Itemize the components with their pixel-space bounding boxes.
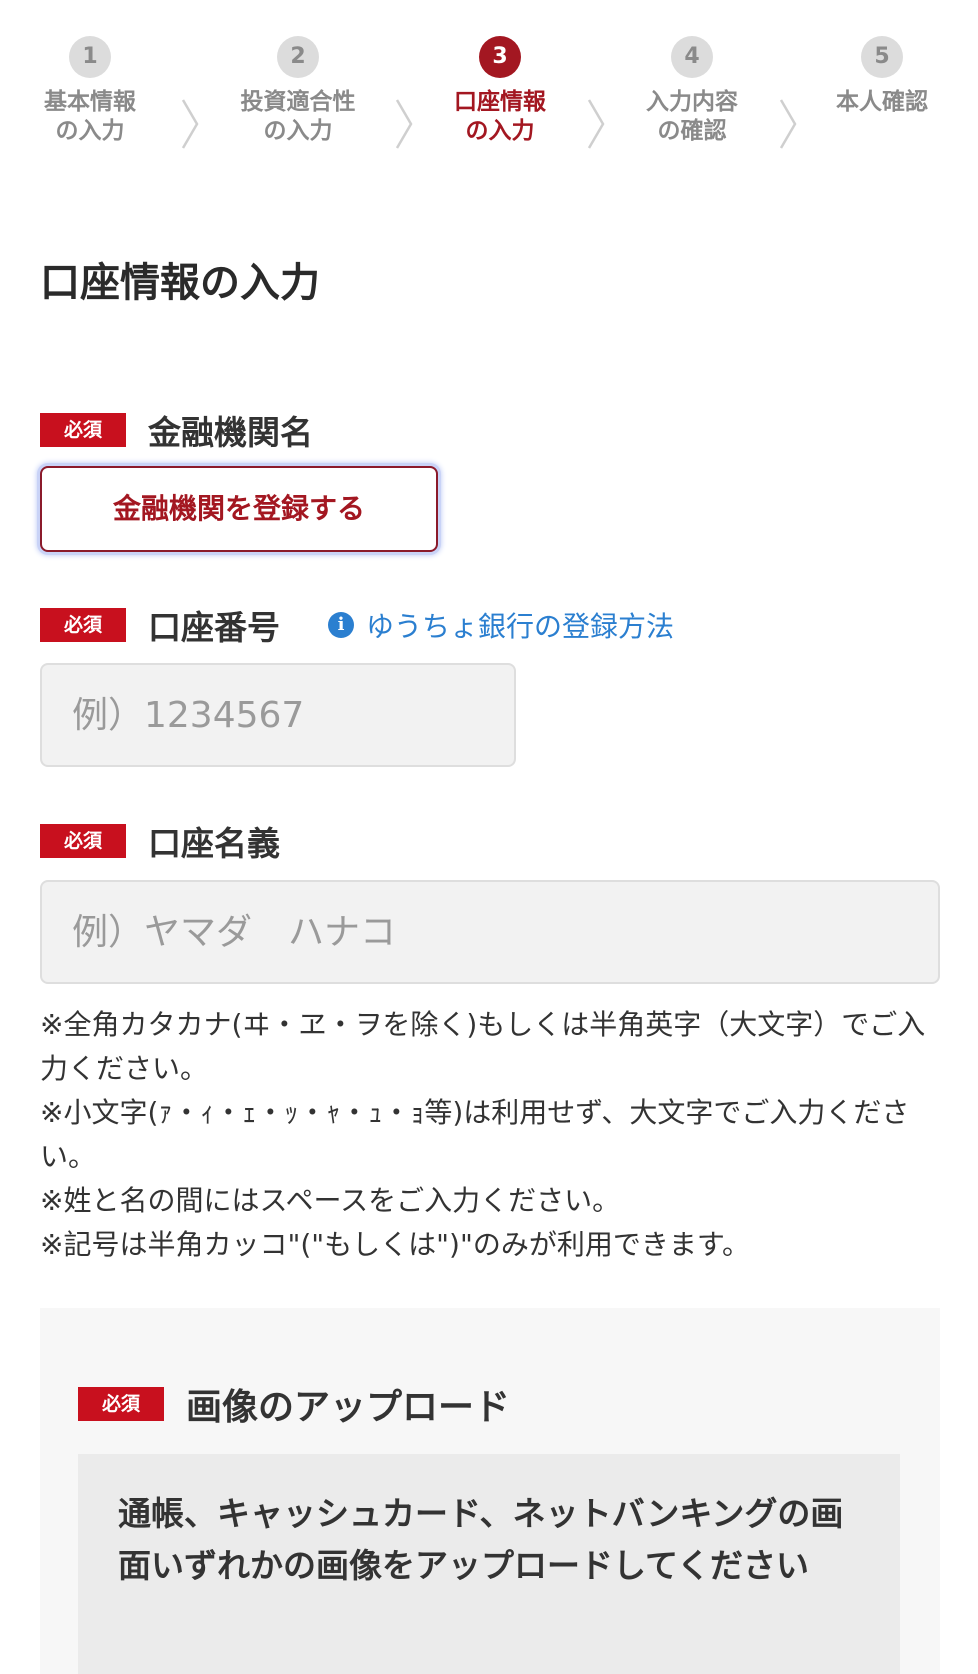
account-number-label: 口座番号 <box>148 608 280 647</box>
register-bank-button[interactable]: 金融機関を登録する <box>40 466 438 552</box>
step-1: 1 基本情報 の入力 <box>10 36 170 146</box>
step-label: 基本情報 の入力 <box>44 89 136 144</box>
chevron-right-icon <box>586 98 606 150</box>
step-number: 1 <box>69 36 111 78</box>
step-label: 本人確認 <box>836 89 928 115</box>
account-name-input[interactable] <box>40 880 940 984</box>
step-number: 3 <box>479 36 521 78</box>
step-number: 5 <box>861 36 903 78</box>
upload-label-row: 必須 画像のアップロード <box>78 1378 510 1430</box>
yucho-help-link-text: ゆうちょ銀行の登録方法 <box>366 610 675 643</box>
required-badge: 必須 <box>40 608 126 642</box>
step-number: 4 <box>671 36 713 78</box>
step-number: 2 <box>277 36 319 78</box>
account-name-label: 口座名義 <box>148 824 280 863</box>
account-name-label-row: 必須 口座名義 <box>40 817 280 865</box>
step-label: 入力内容 の確認 <box>646 89 738 144</box>
step-3: 3 口座情報 の入力 <box>420 36 580 146</box>
note-item: ※小文字(ｧ・ｨ・ｪ・ｯ・ｬ・ｭ・ｮ等)は利用せず、大文字でご入力ください。 <box>40 1096 910 1173</box>
step-4: 4 入力内容 の確認 <box>612 36 772 146</box>
progress-stepper: 1 基本情報 の入力 2 投資適合性 の入力 3 口座情報 の入力 4 入力内容… <box>0 36 978 166</box>
yucho-help-link[interactable]: i ゆうちょ銀行の登録方法 <box>328 605 674 645</box>
step-2: 2 投資適合性 の入力 <box>218 36 378 146</box>
bank-label-row: 必須 金融機関名 <box>40 406 313 454</box>
account-number-label-row: 必須 口座番号 i ゆうちょ銀行の登録方法 <box>40 601 674 649</box>
step-label: 口座情報 の入力 <box>454 89 546 144</box>
chevron-right-icon <box>180 98 200 150</box>
chevron-right-icon <box>394 98 414 150</box>
note-item: ※記号は半角カッコ"("もしくは")"のみが利用できます。 <box>40 1228 751 1261</box>
account-number-input[interactable] <box>40 663 516 767</box>
bank-label: 金融機関名 <box>148 413 313 452</box>
step-5: 5 本人確認 <box>802 36 962 117</box>
step-label: 投資適合性 の入力 <box>240 89 356 144</box>
page-title: 口座情報の入力 <box>40 260 320 306</box>
info-icon: i <box>328 612 354 638</box>
note-item: ※全角カタカナ(ヰ・ヱ・ヲを除く)もしくは半角英字（大文字）でご入力ください。 <box>40 1008 926 1085</box>
upload-label: 画像のアップロード <box>186 1387 511 1428</box>
account-name-notes: ※全角カタカナ(ヰ・ヱ・ヲを除く)もしくは半角英字（大文字）でご入力ください。 … <box>40 1003 940 1267</box>
chevron-right-icon <box>778 98 798 150</box>
upload-instruction: 通帳、キャッシュカード、ネットバンキングの画面いずれかの画像をアップロードしてく… <box>78 1454 900 1674</box>
required-badge: 必須 <box>40 413 126 447</box>
note-item: ※姓と名の間にはスペースをご入力ください。 <box>40 1184 621 1217</box>
image-upload-section: 必須 画像のアップロード 通帳、キャッシュカード、ネットバンキングの画面いずれか… <box>40 1308 940 1674</box>
required-badge: 必須 <box>78 1387 164 1421</box>
required-badge: 必須 <box>40 824 126 858</box>
